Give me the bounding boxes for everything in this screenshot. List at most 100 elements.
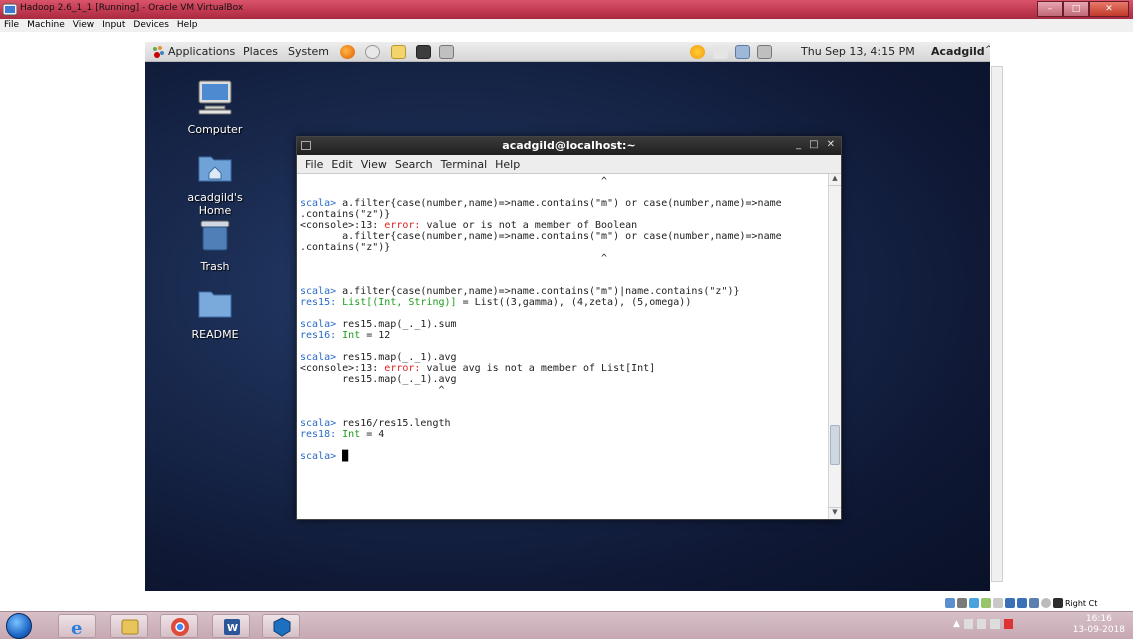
minimize-button[interactable]: – xyxy=(1037,1,1063,17)
desktop-icon-trash[interactable]: Trash xyxy=(170,218,260,273)
scrollbar-thumb[interactable] xyxy=(830,424,840,465)
menu-machine[interactable]: Machine xyxy=(23,19,69,32)
gnome-foot-icon xyxy=(153,46,164,58)
terminal-line: res15: List[(Int, String)] = List((3,gam… xyxy=(300,297,825,308)
terminal-text: scala> xyxy=(300,352,337,363)
guest-desktop[interactable]: Applications Places System Thu Sep 13, 4… xyxy=(145,42,990,591)
terminal-text: a.filter{case(number,name)=>name.contain… xyxy=(300,231,782,242)
panel-menu-system[interactable]: System xyxy=(288,45,329,58)
network-status-icon[interactable] xyxy=(969,598,979,608)
disk-status-icon[interactable] xyxy=(945,598,955,608)
terminal-menu-terminal[interactable]: Terminal xyxy=(441,158,488,171)
terminal-line: scala> res15.map(_._1).avg xyxy=(300,352,825,363)
menu-view[interactable]: View xyxy=(69,19,98,32)
tray-expand-icon[interactable]: ▲ xyxy=(953,619,960,633)
terminal-text: res15.map(_._1).sum xyxy=(336,319,457,330)
virtualbox-vertical-scrollbar[interactable] xyxy=(991,56,1003,590)
menu-input[interactable]: Input xyxy=(98,19,129,32)
close-button[interactable]: ✕ xyxy=(1089,1,1129,17)
panel-up-glyph: ^ xyxy=(985,45,990,55)
desktop-icon-readme[interactable]: README xyxy=(170,286,260,341)
usb-status-icon[interactable] xyxy=(981,598,991,608)
terminal-line: scala> a.filter{case(number,name)=>name.… xyxy=(300,198,825,209)
panel-user[interactable]: Acadgild xyxy=(931,45,985,58)
taskbar-word[interactable]: W xyxy=(212,614,250,638)
tray-network-icon[interactable] xyxy=(963,619,974,629)
desktop-icon-computer[interactable]: Computer xyxy=(170,79,260,136)
text-editor-icon[interactable] xyxy=(391,45,406,59)
terminal-text: ^ xyxy=(300,253,608,264)
taskbar-chrome[interactable] xyxy=(160,614,198,638)
firefox-icon[interactable] xyxy=(340,45,355,59)
menu-help[interactable]: Help xyxy=(173,19,202,32)
terminal-titlebar[interactable]: acadgild@localhost:~ _ □ ✕ xyxy=(297,137,841,155)
taskbar-virtualbox[interactable] xyxy=(262,614,300,638)
taskbar-ie[interactable]: e xyxy=(58,614,96,639)
folder-icon xyxy=(198,291,232,318)
terminal-close-button[interactable]: ✕ xyxy=(827,139,835,150)
tray-alert-icon[interactable] xyxy=(1003,619,1013,629)
terminal-menubar: File Edit View Search Terminal Help xyxy=(297,155,841,174)
terminal-line: scala> █ xyxy=(300,451,825,462)
terminal-menu-view[interactable]: View xyxy=(361,158,387,171)
volume-icon[interactable] xyxy=(713,45,728,59)
keyboard-capture-icon[interactable] xyxy=(1053,598,1063,608)
terminal-menu-edit[interactable]: Edit xyxy=(331,158,352,171)
terminal-text: error: xyxy=(384,220,421,231)
windows-start-button[interactable] xyxy=(6,613,32,639)
panel-menu-places[interactable]: Places xyxy=(243,45,278,58)
terminal-line: scala> res15.map(_._1).sum xyxy=(300,319,825,330)
terminal-text: scala> xyxy=(300,319,337,330)
scrollbar-track[interactable] xyxy=(991,66,1003,582)
taskbar-explorer[interactable] xyxy=(110,614,148,638)
terminal-maximize-button[interactable]: □ xyxy=(809,139,818,150)
terminal-menu-help[interactable]: Help xyxy=(495,158,520,171)
desktop-icon-label: Trash xyxy=(200,260,230,273)
optical-drive-icon[interactable] xyxy=(957,598,967,608)
terminal-line: scala> res16/res15.length xyxy=(300,418,825,429)
help-icon[interactable] xyxy=(365,45,380,59)
terminal-launcher-icon[interactable] xyxy=(416,45,431,59)
video-capture-icon[interactable] xyxy=(1017,598,1027,608)
terminal-minimize-button[interactable]: _ xyxy=(796,139,801,150)
scroll-down-arrow-icon[interactable]: ▼ xyxy=(829,507,841,519)
terminal-text: res18: xyxy=(300,429,337,440)
terminal-text: res16/res15.length xyxy=(336,418,451,429)
screenshot-icon[interactable] xyxy=(439,45,454,59)
tray-signal-icon[interactable] xyxy=(977,619,987,629)
terminal-output[interactable]: ^ scala> a.filter{case(number,name)=>name… xyxy=(297,174,829,519)
shared-folder-icon[interactable] xyxy=(993,598,1003,608)
panel-menu-applications[interactable]: Applications xyxy=(168,45,235,58)
terminal-text: ^ xyxy=(300,176,608,187)
terminal-scrollbar[interactable]: ▲ ▼ xyxy=(828,174,841,519)
trash-icon xyxy=(200,220,230,251)
menu-devices[interactable]: Devices xyxy=(129,19,172,32)
terminal-menu-search[interactable]: Search xyxy=(395,158,433,171)
terminal-text: = 12 xyxy=(360,330,391,341)
update-notifier-icon[interactable] xyxy=(690,45,705,59)
terminal-menu-file[interactable]: File xyxy=(305,158,323,171)
mouse-integration-icon[interactable] xyxy=(1041,598,1051,608)
taskbar-clock[interactable]: 16:16 13-09-2018 xyxy=(1073,614,1125,636)
cpu-status-icon[interactable] xyxy=(1029,598,1039,608)
terminal-window[interactable]: acadgild@localhost:~ _ □ ✕ File Edit Vie… xyxy=(296,136,842,520)
desktop-icon-home[interactable]: acadgild's Home xyxy=(170,151,260,217)
virtualbox-menubar: File Machine View Input Devices Help xyxy=(0,19,1133,32)
terminal-text: List[(Int, String)] xyxy=(342,297,457,308)
maximize-button[interactable]: □ xyxy=(1063,1,1089,17)
terminal-text: .contains("z")} xyxy=(300,209,391,220)
menu-file[interactable]: File xyxy=(0,19,23,32)
terminal-line: .contains("z")} xyxy=(300,242,825,253)
panel-clock[interactable]: Thu Sep 13, 4:15 PM xyxy=(801,45,915,58)
scroll-up-arrow-icon[interactable]: ▲ xyxy=(829,174,841,186)
terminal-text: <console>:13: xyxy=(300,220,385,231)
display-icon[interactable] xyxy=(757,45,772,59)
tray-volume-icon[interactable] xyxy=(990,619,1000,629)
terminal-text: = 4 xyxy=(360,429,385,440)
display-status-icon[interactable] xyxy=(1005,598,1015,608)
network-icon[interactable] xyxy=(735,45,750,59)
